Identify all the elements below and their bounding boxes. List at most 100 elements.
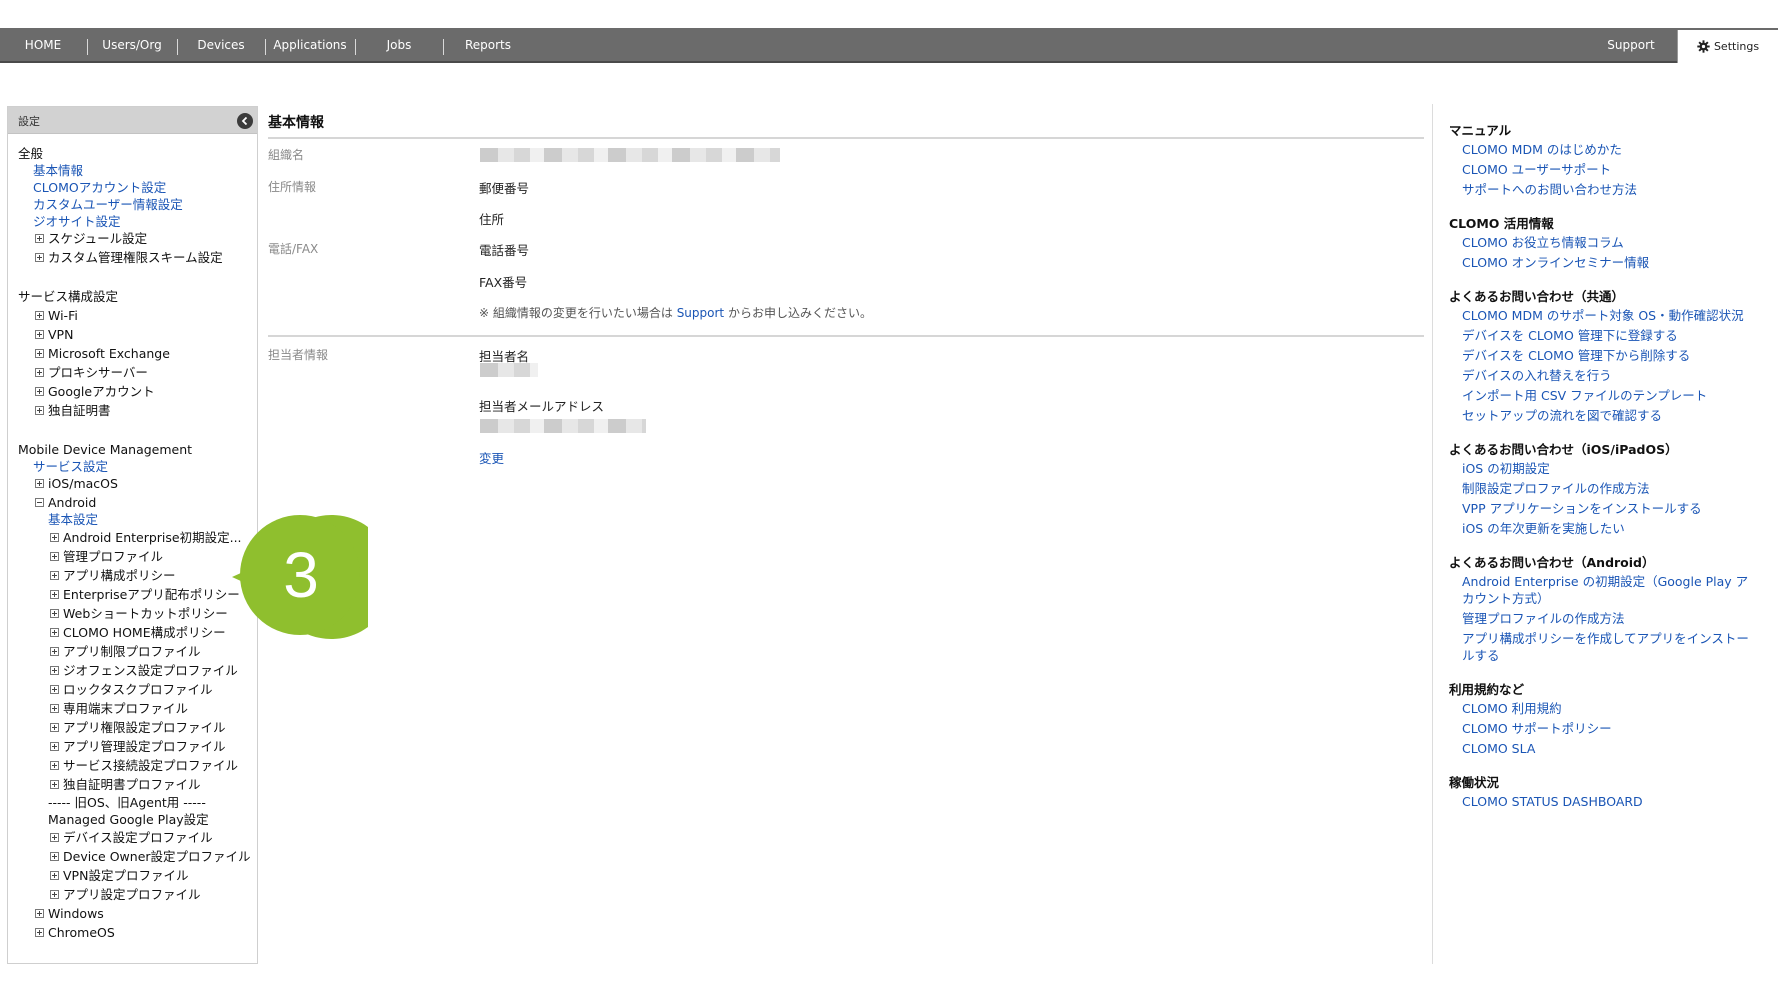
label-address: 住所情報 [268,180,317,194]
tree-item-custom-admin[interactable]: カスタム管理権限スキーム設定 [35,250,223,266]
gear-icon [1697,40,1710,53]
expand-icon [50,628,59,637]
tree-item-dedicated[interactable]: 専用端末プロファイル [50,701,188,717]
tree-item-label: iOS/macOS [48,476,118,491]
help-heading-faq-common: よくあるお問い合わせ（共通） [1449,289,1625,304]
help-link[interactable]: CLOMO SLA [1462,740,1752,757]
tree-item-google-account[interactable]: Googleアカウント [35,384,155,400]
tree-item-proxy[interactable]: プロキシサーバー [35,365,148,381]
help-link[interactable]: デバイスを CLOMO 管理下に登録する [1462,327,1752,344]
help-heading-utilization: CLOMO 活用情報 [1449,216,1554,231]
help-link[interactable]: 制限設定プロファイルの作成方法 [1462,480,1752,497]
tree-item-windows[interactable]: Windows [35,906,104,922]
tree-item-clomo-account[interactable]: CLOMOアカウント設定 [33,180,166,196]
help-link[interactable]: セットアップの流れを図で確認する [1462,407,1752,424]
expand-icon [50,685,59,694]
tree-item-label: アプリ権限設定プロファイル [63,720,226,735]
tree-item-device-settings[interactable]: デバイス設定プロファイル [50,830,213,846]
tree-item-basic-info[interactable]: 基本情報 [33,163,83,179]
expand-icon [35,368,44,377]
nav-devices[interactable]: Devices [178,28,264,63]
help-link[interactable]: CLOMO STATUS DASHBOARD [1462,793,1752,810]
expand-icon [50,780,59,789]
tree-item-app-restrict[interactable]: アプリ制限プロファイル [50,644,201,660]
tree-item-label: VPN [48,327,74,342]
tree-item-geofence[interactable]: ジオフェンス設定プロファイル [50,663,238,679]
tree-item-device-owner[interactable]: Device Owner設定プロファイル [50,849,251,865]
contact-name-value-redacted [480,363,538,377]
tree-item-ios-macos[interactable]: iOS/macOS [35,476,118,492]
tree-item-app-perm[interactable]: アプリ権限設定プロファイル [50,720,226,736]
tree-item-label: CLOMO HOME構成ポリシー [63,625,226,640]
tree-item-schedule[interactable]: スケジュール設定 [35,231,147,247]
tree-item-web-shortcut[interactable]: Webショートカットポリシー [50,606,228,622]
tree-item-android[interactable]: Android [35,495,96,511]
tree-item-label: 管理プロファイル [63,549,164,564]
help-link[interactable]: アプリ構成ポリシーを作成してアプリをインストールする [1462,630,1752,664]
help-link[interactable]: Android Enterprise の初期設定（Google Play アカウ… [1462,573,1752,607]
nav-jobs[interactable]: Jobs [356,28,442,63]
help-link[interactable]: CLOMO MDM のはじめかた [1462,141,1752,158]
expand-icon [35,928,44,937]
field-fax: FAX番号 [479,275,528,290]
tree-item-ae-initial[interactable]: Android Enterprise初期設定... [50,530,242,546]
help-heading-status: 稼働状況 [1449,775,1500,790]
tree-item-label: デバイス設定プロファイル [63,830,213,845]
help-link[interactable]: デバイスを CLOMO 管理下から削除する [1462,347,1752,364]
nav-applications[interactable]: Applications [266,28,354,63]
tree-item-label: Enterpriseアプリ配布ポリシー [63,587,240,602]
help-link[interactable]: CLOMO オンラインセミナー情報 [1462,254,1752,271]
help-link[interactable]: サポートへのお問い合わせ方法 [1462,181,1752,198]
tree-item-label: 専用端末プロファイル [63,701,189,716]
help-link[interactable]: CLOMO ユーザーサポート [1462,161,1752,178]
expand-icon [50,723,59,732]
tree-item-app-config[interactable]: アプリ構成ポリシー [50,568,176,584]
tree-item-clomo-home[interactable]: CLOMO HOME構成ポリシー [50,625,226,641]
tree-item-svc-conn[interactable]: サービス接続設定プロファイル [50,758,238,774]
help-link[interactable]: CLOMO お役立ち情報コラム [1462,234,1752,251]
tree-item-app-settings[interactable]: アプリ設定プロファイル [50,887,201,903]
tree-item-label: Android Enterprise初期設定... [63,530,242,545]
tree-item-wifi[interactable]: Wi-Fi [35,308,78,324]
tree-item-label: Googleアカウント [48,384,155,399]
help-link[interactable]: 管理プロファイルの作成方法 [1462,610,1752,627]
nav-home[interactable]: HOME [0,28,86,63]
help-link[interactable]: iOS の年次更新を実施したい [1462,520,1752,537]
help-link[interactable]: CLOMO MDM のサポート対象 OS・動作確認状況 [1462,307,1752,324]
tree-item-label: Webショートカットポリシー [63,606,228,621]
help-link[interactable]: CLOMO 利用規約 [1462,700,1752,717]
tree-item-vpn-profile[interactable]: VPN設定プロファイル [50,868,188,884]
expand-icon [50,742,59,751]
help-link[interactable]: デバイスの入れ替えを行う [1462,367,1752,384]
tree-item-exchange[interactable]: Microsoft Exchange [35,346,170,362]
tree-item-geosite[interactable]: ジオサイト設定 [33,214,121,230]
tree-item-mgmt-profile[interactable]: 管理プロファイル [50,549,163,565]
expand-icon [50,590,59,599]
nav-reports[interactable]: Reports [444,28,532,63]
nav-settings[interactable]: Settings [1677,30,1778,63]
help-link[interactable]: インポート用 CSV ファイルのテンプレート [1462,387,1752,404]
field-postal: 郵便番号 [479,181,530,196]
tree-item-own-cert[interactable]: 独自証明書プロファイル [50,777,201,793]
support-link[interactable]: Support [677,306,724,320]
collapse-sidebar-button[interactable] [237,113,253,129]
tree-item-app-mgmt[interactable]: アプリ管理設定プロファイル [50,739,226,755]
tree-item-label: アプリ制限プロファイル [63,644,201,659]
tree-item-chromeos[interactable]: ChromeOS [35,925,115,941]
change-link[interactable]: 変更 [479,448,504,467]
tree-item-label: アプリ設定プロファイル [63,887,201,902]
tree-item-custom-user[interactable]: カスタムユーザー情報設定 [33,197,183,213]
tree-item-vpn[interactable]: VPN [35,327,73,343]
tree-item-ent-app[interactable]: Enterpriseアプリ配布ポリシー [50,587,240,603]
nav-support[interactable]: Support [1590,28,1672,63]
tree-item-lock-task[interactable]: ロックタスクプロファイル [50,682,213,698]
help-link[interactable]: VPP アプリケーションをインストールする [1462,500,1752,517]
tree-item-label: アプリ構成ポリシー [63,568,176,583]
tree-item-cert[interactable]: 独自証明書 [35,403,111,419]
nav-users-org[interactable]: Users/Org [88,28,176,63]
tree-item-service-settings[interactable]: サービス設定 [33,459,108,475]
contact-email-value-redacted [480,419,646,433]
help-link[interactable]: CLOMO サポートポリシー [1462,720,1752,737]
help-link[interactable]: iOS の初期設定 [1462,460,1752,477]
tree-item-android-basic[interactable]: 基本設定 [48,512,98,528]
